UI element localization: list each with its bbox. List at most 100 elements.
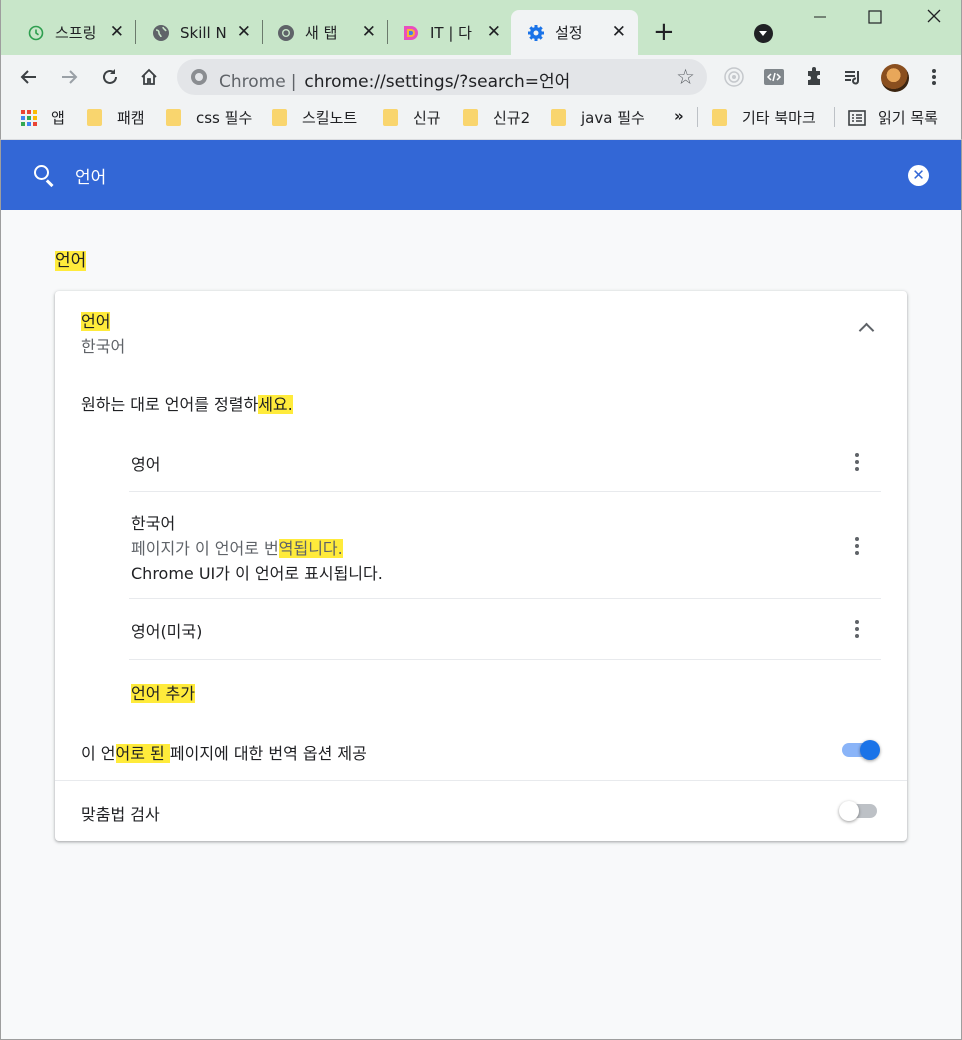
bookmark-label: 패캠 (117, 109, 145, 127)
code-extension-icon[interactable] (762, 65, 786, 89)
maximize-icon[interactable] (868, 8, 882, 29)
bookmark-label: 읽기 목록 (878, 109, 938, 127)
bookmark-label: 신규 (413, 109, 441, 127)
close-icon[interactable]: ✕ (237, 24, 251, 41)
bookmark-folder-skillnote[interactable]: 스킬노트 (272, 107, 357, 128)
toggle-knob (839, 801, 859, 821)
clock-icon (27, 24, 45, 42)
new-tab-button[interactable]: + (653, 19, 675, 45)
bookmark-folder-java[interactable]: java 필수 (551, 107, 645, 128)
bookmark-label: 기타 북마크 (742, 109, 816, 127)
languages-expand-header[interactable]: 언어 (81, 308, 111, 332)
translate-option-label: 이 언어로 된 페이지에 대한 번역 옵션 제공 (81, 744, 367, 763)
spellcheck-label: 맞춤법 검사 (81, 805, 160, 824)
extension-record-icon[interactable] (722, 65, 746, 89)
home-icon[interactable] (137, 65, 161, 89)
puzzle-extensions-icon[interactable] (802, 65, 826, 89)
divider (129, 659, 881, 660)
language-name: 영어 (131, 455, 161, 474)
reading-list-button[interactable]: 읽기 목록 (848, 107, 938, 128)
bookmark-star-icon[interactable]: ☆ (676, 65, 695, 89)
tab-skill[interactable]: Skill N ✕ (126, 10, 263, 55)
toggle-knob (860, 740, 880, 760)
chrome-icon (191, 69, 207, 85)
media-control-icon[interactable] (841, 65, 865, 89)
tab-spring[interactable]: 스프링 ✕ (1, 10, 136, 55)
bookmark-folder-new[interactable]: 신규 (383, 107, 441, 128)
tab-title: 설정 (555, 24, 583, 42)
forward-arrow-icon[interactable] (57, 65, 81, 89)
bookmark-other[interactable]: 기타 북마크 (712, 107, 816, 128)
language-name: 영어(미국) (131, 622, 203, 641)
folder-icon (463, 109, 478, 126)
bookmark-folder-new2[interactable]: 신규2 (463, 107, 530, 128)
profile-avatar[interactable] (881, 64, 909, 92)
tab-settings[interactable]: 설정 ✕ (511, 10, 638, 55)
d-logo-icon (402, 24, 420, 42)
tab-search-icon[interactable] (754, 24, 773, 43)
chrome-icon (277, 24, 295, 42)
translate-toggle[interactable] (842, 740, 880, 760)
tab-title: IT | 다 (430, 24, 472, 42)
settings-search-header: 언어 ✕ (0, 140, 962, 210)
bookmark-divider (697, 107, 698, 127)
language-more-icon[interactable] (855, 453, 859, 471)
bookmark-apps[interactable]: 앱 (21, 107, 65, 128)
spellcheck-toggle[interactable] (839, 801, 877, 821)
divider (55, 780, 907, 781)
globe-icon (152, 24, 170, 42)
section-title: 언어 (55, 251, 87, 271)
reload-icon[interactable] (98, 65, 122, 89)
tab-title: Skill N (180, 23, 226, 42)
chevron-up-icon[interactable] (858, 322, 875, 339)
tab-strip: 스프링 ✕ Skill N ✕ 새 탭 ✕ IT | 다 ✕ 설정 ✕ + (0, 0, 962, 55)
address-url: chrome://settings/?search=언어 (304, 72, 571, 92)
folder-icon (272, 109, 287, 126)
bookmark-label: 신규2 (493, 109, 531, 127)
folder-icon (383, 109, 398, 126)
bookmark-label: css 필수 (196, 109, 253, 127)
bookmark-folder-pacam[interactable]: 패캠 (87, 107, 145, 128)
search-icon (34, 165, 49, 180)
address-text: Chrome | chrome://settings/?search=언어 (219, 72, 571, 92)
language-translate-note: 페이지가 이 언어로 번역됩니다. (131, 539, 343, 558)
menu-kebab-icon[interactable] (922, 65, 946, 89)
close-icon[interactable]: ✕ (110, 24, 124, 41)
current-language: 한국어 (81, 337, 126, 356)
divider (129, 491, 881, 492)
folder-icon (712, 109, 727, 126)
reading-list-icon (848, 109, 866, 126)
close-icon[interactable]: ✕ (362, 24, 376, 41)
tab-title: 스프링 (55, 24, 97, 42)
bookmark-divider (834, 107, 835, 127)
folder-icon (87, 109, 102, 126)
folder-icon (166, 109, 181, 126)
folder-icon (551, 109, 566, 126)
tab-it[interactable]: IT | 다 ✕ (376, 10, 513, 55)
settings-search-input[interactable]: 언어 (75, 163, 106, 188)
bookmarks-bar: 앱 패캠 css 필수 스킬노트 신규 신규2 java 필수 » 기타 북마크… (0, 100, 962, 140)
tab-title: 새 탭 (305, 24, 338, 42)
clear-search-icon[interactable]: ✕ (908, 165, 929, 186)
bookmark-label: java 필수 (581, 109, 645, 127)
close-icon[interactable]: ✕ (487, 24, 501, 41)
tab-new-tab[interactable]: 새 탭 ✕ (251, 10, 388, 55)
bookmarks-overflow-button[interactable]: » (674, 107, 684, 125)
bookmark-label: 스킬노트 (302, 109, 358, 127)
address-bar[interactable]: Chrome | chrome://settings/?search=언어 ☆ (177, 59, 707, 95)
bookmark-label: 앱 (51, 109, 65, 127)
browser-toolbar: Chrome | chrome://settings/?search=언어 ☆ (0, 55, 962, 100)
window-close-icon[interactable] (926, 8, 942, 29)
bookmark-folder-css[interactable]: css 필수 (166, 107, 252, 128)
minimize-icon[interactable] (813, 8, 827, 29)
language-ui-note: Chrome UI가 이 언어로 표시됩니다. (131, 564, 383, 583)
order-instruction: 원하는 대로 언어를 정렬하세요. (81, 395, 293, 414)
add-language-button[interactable]: 언어 추가 (131, 680, 195, 704)
language-more-icon[interactable] (855, 537, 859, 555)
gear-icon (527, 24, 545, 42)
language-more-icon[interactable] (855, 620, 859, 638)
back-arrow-icon[interactable] (17, 65, 41, 89)
language-name: 한국어 (131, 514, 176, 533)
close-icon[interactable]: ✕ (612, 24, 626, 41)
languages-title: 언어 (81, 312, 111, 331)
